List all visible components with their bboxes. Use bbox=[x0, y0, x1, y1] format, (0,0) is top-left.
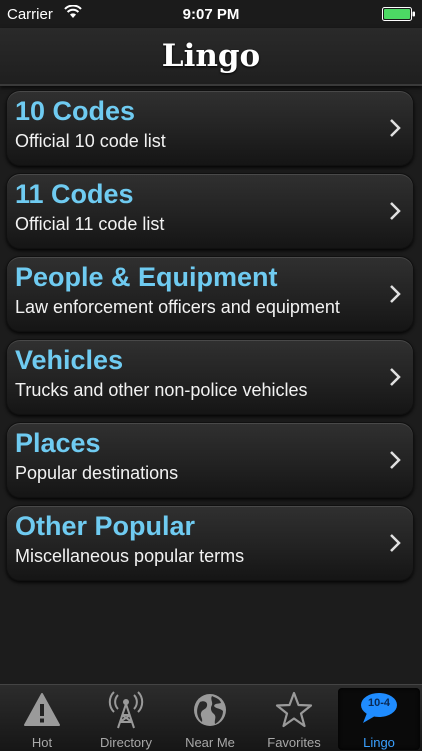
globe-icon bbox=[194, 694, 226, 726]
list-item-subtitle: Miscellaneous popular terms bbox=[15, 546, 245, 566]
list-item-title: Places bbox=[15, 428, 101, 458]
chevron-right-icon bbox=[390, 119, 401, 137]
list-item-vehicles[interactable]: Vehicles Trucks and other non-police veh… bbox=[6, 339, 414, 415]
navigation-bar: Lingo bbox=[0, 28, 422, 86]
lingo-badge: 10-4 bbox=[367, 697, 391, 709]
tab-label: Favorites bbox=[267, 735, 321, 750]
tab-label: Lingo bbox=[363, 735, 395, 750]
list-item-places[interactable]: Places Popular destinations bbox=[6, 422, 414, 498]
tab-favorites[interactable]: Favorites bbox=[253, 688, 335, 750]
list-item-title: People & Equipment bbox=[15, 262, 278, 292]
radio-tower-icon bbox=[108, 691, 144, 729]
list-item-11-codes[interactable]: 11 Codes Official 11 code list bbox=[6, 173, 414, 249]
chevron-right-icon bbox=[390, 451, 401, 469]
star-icon bbox=[275, 691, 313, 728]
chevron-right-icon bbox=[390, 285, 401, 303]
list-item-subtitle: Trucks and other non-police vehicles bbox=[15, 380, 308, 400]
chevron-right-icon bbox=[390, 368, 401, 386]
speech-bubble-icon bbox=[361, 693, 397, 723]
page-title: Lingo bbox=[161, 38, 261, 74]
list-item-subtitle: Official 11 code list bbox=[15, 214, 165, 234]
battery-icon bbox=[382, 7, 416, 25]
list-item-title: Vehicles bbox=[15, 345, 124, 375]
tab-directory[interactable]: Directory bbox=[85, 688, 167, 750]
tab-hot[interactable]: Hot bbox=[1, 688, 83, 750]
list-item-other-popular[interactable]: Other Popular Miscellaneous popular term… bbox=[6, 505, 414, 581]
tab-label: Hot bbox=[31, 735, 53, 750]
list-item-subtitle: Law enforcement officers and equipment bbox=[15, 297, 340, 317]
tab-label: Directory bbox=[99, 735, 152, 750]
list-item-subtitle: Official 10 code list bbox=[15, 131, 166, 151]
status-bar: Carrier 9:07 PM bbox=[0, 0, 422, 28]
list-item-10-codes[interactable]: 10 Codes Official 10 code list bbox=[6, 90, 414, 166]
chevron-right-icon bbox=[390, 202, 401, 220]
tab-bar: Hot Directory Near Me Favorites 10-4 Lin… bbox=[0, 684, 422, 751]
list-item-people-equipment[interactable]: People & Equipment Law enforcement offic… bbox=[6, 256, 414, 332]
list-item-title: 11 Codes bbox=[15, 179, 134, 209]
tab-near-me[interactable]: Near Me bbox=[169, 688, 251, 750]
chevron-right-icon bbox=[390, 534, 401, 552]
tab-lingo[interactable]: 10-4 Lingo bbox=[338, 688, 420, 750]
warning-icon bbox=[24, 693, 60, 726]
list-item-title: 10 Codes bbox=[15, 96, 136, 126]
list-item-subtitle: Popular destinations bbox=[15, 463, 179, 483]
tab-label: Near Me bbox=[185, 735, 235, 750]
list-item-title: Other Popular bbox=[15, 511, 196, 541]
clock: 9:07 PM bbox=[182, 6, 240, 23]
